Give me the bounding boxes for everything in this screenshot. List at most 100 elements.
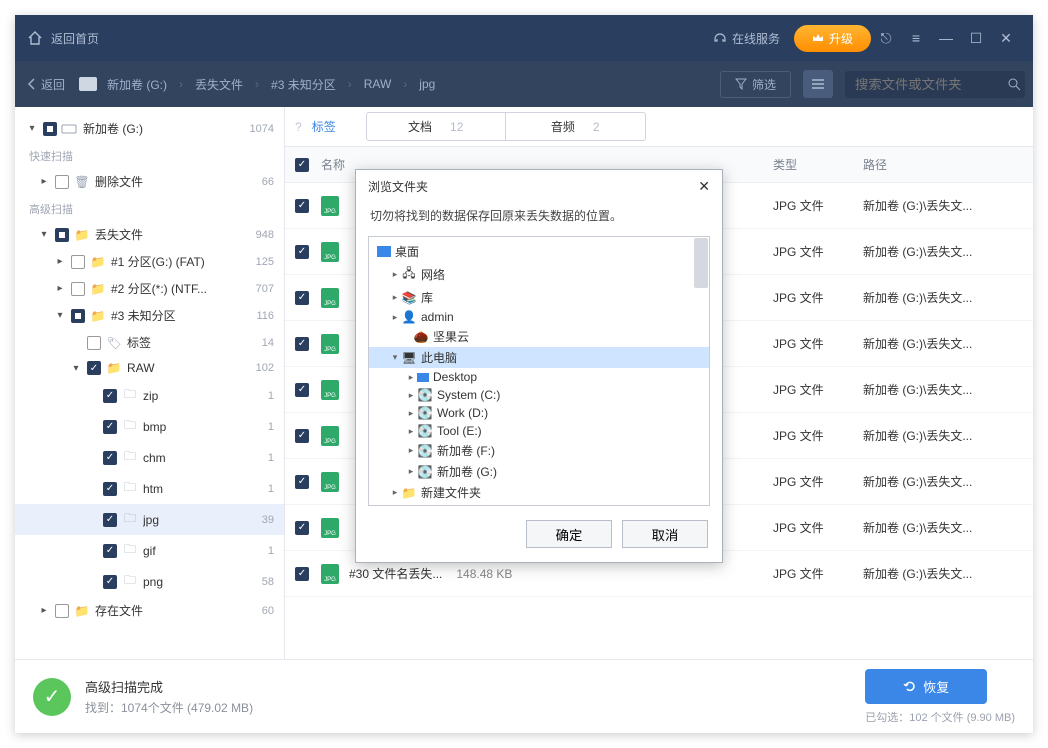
home-label: 返回首页 xyxy=(51,30,99,47)
jpg-file-icon xyxy=(321,196,343,216)
tree-desktop[interactable]: 桌面 xyxy=(369,241,709,262)
row-checkbox[interactable]: ✓ xyxy=(295,199,309,213)
folder-tree: 桌面 ▸🖧网络 ▸📚库 ▸👤admin 🌰坚果云 ▾🖥此电脑 ▸Desktop … xyxy=(368,236,710,506)
maximize-button[interactable]: ☐ xyxy=(961,30,991,47)
file-path: 新加卷 (G:)\丢失文... xyxy=(863,243,1023,260)
home-button[interactable]: 返回首页 xyxy=(27,30,99,47)
file-type: JPG 文件 xyxy=(773,473,863,490)
dialog-message: 切勿将找到的数据保存回原来丢失数据的位置。 xyxy=(356,203,722,236)
tree-tool-e[interactable]: ▸💽Tool (E:) xyxy=(369,422,709,440)
sidebar-deleted[interactable]: ▸🗑删除文件66 xyxy=(15,168,284,195)
upgrade-button[interactable]: 升级 xyxy=(794,25,871,52)
crumb-2[interactable]: #3 未知分区 xyxy=(271,76,336,93)
sidebar-raw[interactable]: ▾✓📁RAW102 xyxy=(15,356,284,380)
crumb-1[interactable]: 丢失文件 xyxy=(195,76,243,93)
selection-info: 已勾选：102 个文件 (9.90 MB) xyxy=(865,709,1015,725)
tree-system-c[interactable]: ▸💽System (C:) xyxy=(369,386,709,404)
sidebar-p1[interactable]: ▸📁#1 分区(G:) (FAT)125 xyxy=(15,248,284,275)
row-checkbox[interactable]: ✓ xyxy=(295,245,309,259)
funnel-icon xyxy=(735,78,747,90)
file-path: 新加卷 (G:)\丢失文... xyxy=(863,381,1023,398)
jpg-file-icon xyxy=(321,334,343,354)
file-type: JPG 文件 xyxy=(773,335,863,352)
header-path[interactable]: 路径 xyxy=(863,156,1023,173)
menu-button[interactable]: ≡ xyxy=(901,30,931,46)
row-checkbox[interactable]: ✓ xyxy=(295,475,309,489)
tree-newfolder[interactable]: ▸📁新建文件夹 xyxy=(369,482,709,503)
tree-nutcloud[interactable]: 🌰坚果云 xyxy=(369,326,709,347)
file-type: JPG 文件 xyxy=(773,519,863,536)
file-path: 新加卷 (G:)\丢失文... xyxy=(863,427,1023,444)
back-button[interactable]: 返回 xyxy=(27,76,65,93)
tree-library[interactable]: ▸📚库 xyxy=(369,287,709,308)
tree-vol-g[interactable]: ▸💽新加卷 (G:) xyxy=(369,461,709,482)
row-checkbox[interactable]: ✓ xyxy=(295,521,309,535)
tree-work-d[interactable]: ▸💽Work (D:) xyxy=(369,404,709,422)
file-type: JPG 文件 xyxy=(773,565,863,582)
tree-desktop2[interactable]: ▸Desktop xyxy=(369,368,709,386)
close-button[interactable]: ✕ xyxy=(991,30,1021,47)
sidebar-exist[interactable]: ▸📁存在文件60 xyxy=(15,597,284,624)
sidebar-gif[interactable]: ✓🗀gif1 xyxy=(15,535,284,566)
sidebar-lost[interactable]: ▾📁丢失文件948 xyxy=(15,221,284,248)
minimize-button[interactable]: — xyxy=(931,30,961,46)
tab-audio[interactable]: 音频2 xyxy=(506,112,646,141)
sidebar-zip[interactable]: ✓🗀zip1 xyxy=(15,380,284,411)
restore-button[interactable]: 恢复 xyxy=(865,669,987,704)
file-path: 新加卷 (G:)\丢失文... xyxy=(863,519,1023,536)
header-type[interactable]: 类型 xyxy=(773,156,863,173)
file-name: #30 文件名丢失...148.48 KB xyxy=(349,565,773,582)
view-list-button[interactable] xyxy=(803,70,833,98)
crumb-0[interactable]: 新加卷 (G:) xyxy=(107,76,167,93)
adv-scan-heading: 高级扫描 xyxy=(15,195,284,221)
chevron-left-icon xyxy=(27,78,37,90)
sidebar-volume[interactable]: ▾新加卷 (G:)1074 xyxy=(15,115,284,142)
row-checkbox[interactable]: ✓ xyxy=(295,429,309,443)
sidebar-tag[interactable]: 🏷标签14 xyxy=(15,329,284,356)
tree-thispc[interactable]: ▾🖥此电脑 xyxy=(369,347,709,368)
sidebar-bmp[interactable]: ✓🗀bmp1 xyxy=(15,411,284,442)
pin-button[interactable]: ⎋ xyxy=(871,30,901,47)
row-checkbox[interactable]: ✓ xyxy=(295,291,309,305)
jpg-file-icon xyxy=(321,288,343,308)
tree-network[interactable]: ▸🖧网络 xyxy=(369,262,709,287)
row-checkbox[interactable]: ✓ xyxy=(295,567,309,581)
search-input[interactable] xyxy=(845,71,1025,98)
crumb-4[interactable]: jpg xyxy=(419,77,435,91)
select-all-checkbox[interactable]: ✓ xyxy=(295,158,309,172)
scan-sub: 找到：1074个文件 (479.02 MB) xyxy=(85,699,253,716)
search-icon[interactable] xyxy=(1007,77,1021,91)
headset-icon xyxy=(713,31,727,45)
sidebar-png[interactable]: ✓🗀png58 xyxy=(15,566,284,597)
browse-folder-dialog: 浏览文件夹✕ 切勿将找到的数据保存回原来丢失数据的位置。 桌面 ▸🖧网络 ▸📚库… xyxy=(355,169,723,563)
file-path: 新加卷 (G:)\丢失文... xyxy=(863,473,1023,490)
quick-scan-heading: 快速扫描 xyxy=(15,142,284,168)
tree-admin[interactable]: ▸👤admin xyxy=(369,308,709,326)
dialog-close-button[interactable]: ✕ xyxy=(698,178,710,195)
sidebar-htm[interactable]: ✓🗀htm1 xyxy=(15,473,284,504)
sidebar-p3[interactable]: ▾📁#3 未知分区116 xyxy=(15,302,284,329)
filter-button[interactable]: 筛选 xyxy=(720,71,791,98)
tabs-row: ? 标签 文档12 音频2 xyxy=(285,107,1033,147)
crown-icon xyxy=(812,32,824,44)
sidebar-p2[interactable]: ▸📁#2 分区(*:) (NTF...707 xyxy=(15,275,284,302)
file-path: 新加卷 (G:)\丢失文... xyxy=(863,565,1023,582)
disk-icon xyxy=(61,123,77,135)
footer: ✓ 高级扫描完成 找到：1074个文件 (479.02 MB) 恢复 已勾选：1… xyxy=(15,659,1033,733)
tree-scrollbar[interactable] xyxy=(694,238,708,288)
online-service[interactable]: 在线服务 xyxy=(713,30,780,47)
tree-vol-f[interactable]: ▸💽新加卷 (F:) xyxy=(369,440,709,461)
row-checkbox[interactable]: ✓ xyxy=(295,383,309,397)
help-icon[interactable]: ? xyxy=(295,120,302,134)
crumb-3[interactable]: RAW xyxy=(364,77,392,91)
tab-tag[interactable]: 标签 xyxy=(312,118,336,135)
sidebar-jpg[interactable]: ✓🗀jpg39 xyxy=(15,504,284,535)
jpg-file-icon xyxy=(321,380,343,400)
file-path: 新加卷 (G:)\丢失文... xyxy=(863,197,1023,214)
dialog-ok-button[interactable]: 确定 xyxy=(526,520,612,548)
sidebar-chm[interactable]: ✓🗀chm1 xyxy=(15,442,284,473)
list-icon xyxy=(811,78,825,90)
tab-document[interactable]: 文档12 xyxy=(366,112,506,141)
dialog-cancel-button[interactable]: 取消 xyxy=(622,520,708,548)
row-checkbox[interactable]: ✓ xyxy=(295,337,309,351)
